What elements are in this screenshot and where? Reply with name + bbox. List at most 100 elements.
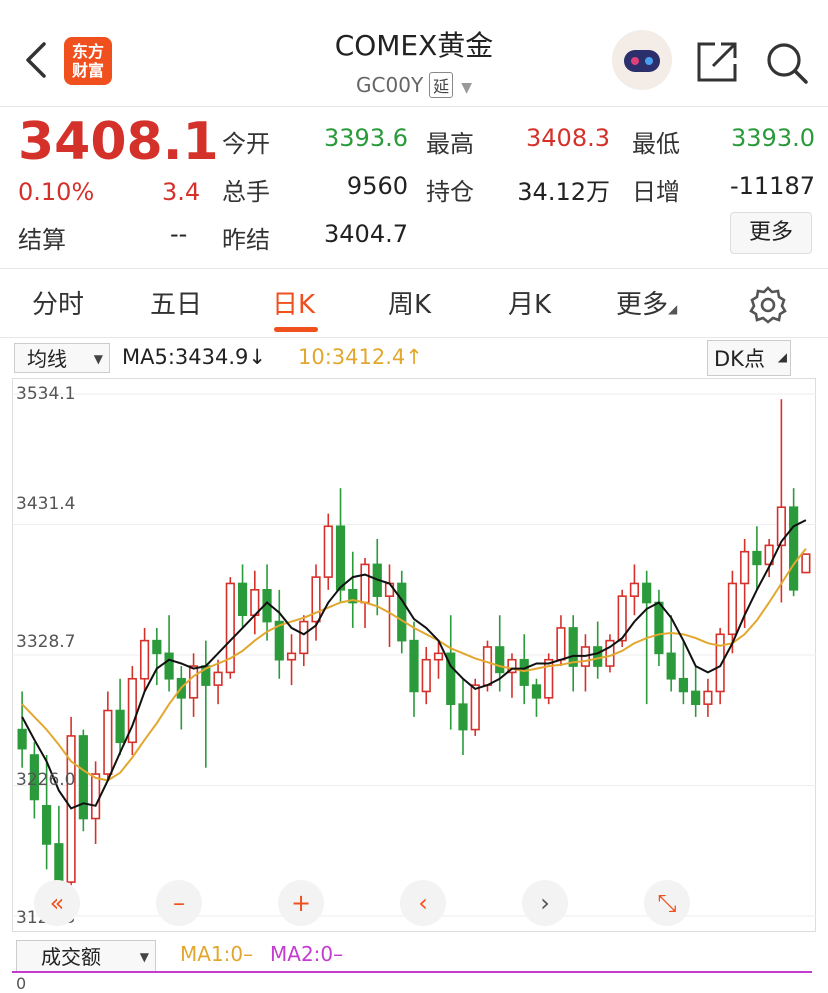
zoom-out-button[interactable]: – xyxy=(156,880,202,926)
search-icon[interactable] xyxy=(764,40,812,84)
candle-body xyxy=(801,553,811,574)
candle-body xyxy=(409,639,419,693)
fullscreen-button[interactable]: ⤡ xyxy=(644,880,690,926)
tab-weekly-k[interactable]: 周K xyxy=(388,284,431,321)
volume-indicator-select[interactable]: 成交额 ▼ xyxy=(16,940,156,972)
tab-more[interactable]: 更多◢ xyxy=(616,284,677,321)
open-label: 今开 xyxy=(222,130,270,158)
candle-body xyxy=(752,550,762,566)
candle-body xyxy=(593,646,603,667)
active-tab-indicator xyxy=(274,327,318,332)
candle-body xyxy=(568,627,578,667)
low-value: 3393.0 xyxy=(731,124,815,152)
volume-label: 总手 xyxy=(222,178,270,206)
scroll-to-start-button[interactable]: « xyxy=(34,880,80,926)
settle-value: -- xyxy=(170,220,188,248)
settings-icon[interactable] xyxy=(748,284,788,324)
candle-body xyxy=(299,620,309,655)
candle-body xyxy=(323,525,333,578)
quote-panel: 3408.1 0.10% 3.4 结算 -- 今开 3393.6 最高 3408… xyxy=(0,106,828,266)
y-tick-label: 3534.1 xyxy=(16,384,76,404)
ma-select[interactable]: 均线 ▼ xyxy=(14,343,110,373)
candle-body xyxy=(433,652,444,661)
arrow-down-icon: ↓ xyxy=(248,345,267,369)
candle-body xyxy=(152,639,162,655)
ma5-legend: MA5:3434.9↓ xyxy=(122,345,266,369)
share-icon[interactable] xyxy=(695,40,739,84)
last-price: 3408.1 xyxy=(18,112,219,172)
open-value: 3393.6 xyxy=(324,124,408,152)
y-tick-label: 3431.4 xyxy=(16,494,76,514)
candle-body xyxy=(42,805,52,845)
candle-body xyxy=(740,550,750,585)
corner-triangle-icon: ◢ xyxy=(668,302,678,316)
candle-body xyxy=(397,582,407,642)
volume-select-label: 成交额 xyxy=(41,945,101,969)
volume-value: 9560 xyxy=(346,172,408,200)
divider xyxy=(0,268,828,269)
corner-triangle-icon: ◢ xyxy=(777,350,787,364)
candle-body xyxy=(482,646,493,686)
candle-body xyxy=(789,506,799,591)
candle-body xyxy=(531,684,542,699)
tab-more-label: 更多 xyxy=(616,290,669,320)
open-interest-label: 持仓 xyxy=(426,178,474,206)
ma10-value: 10:3412.4 xyxy=(298,345,406,369)
candle-body xyxy=(54,843,64,883)
candle-body xyxy=(384,582,395,597)
prev-settle-label: 昨结 xyxy=(222,226,270,254)
divider xyxy=(0,337,828,338)
low-label: 最低 xyxy=(632,130,680,158)
kline-chart[interactable] xyxy=(12,378,816,932)
candle-body xyxy=(678,677,689,693)
scroll-right-button[interactable]: › xyxy=(522,880,568,926)
tab-intraday[interactable]: 分时 xyxy=(32,284,84,321)
zoom-in-button[interactable]: + xyxy=(278,880,324,926)
candle-body xyxy=(629,582,640,597)
daily-increase-value: -11187 xyxy=(729,172,815,200)
tab-monthly-k[interactable]: 月K xyxy=(508,284,551,321)
y-tick-label: 3328.7 xyxy=(16,632,76,652)
delay-badge: 延 xyxy=(429,72,454,98)
assistant-avatar[interactable] xyxy=(612,30,672,90)
volume-ma1: MA1:0– xyxy=(180,942,254,966)
more-button[interactable]: 更多 xyxy=(730,212,812,254)
candle-body xyxy=(642,582,652,604)
dk-select[interactable]: DK点 ◢ xyxy=(707,340,791,376)
candle-body xyxy=(458,703,468,731)
candle-body xyxy=(103,709,113,775)
candle-body xyxy=(495,646,505,674)
candle-body xyxy=(311,576,321,623)
ma10-legend: 10:3412.4↑ xyxy=(298,345,423,369)
top-bar: 东方 财富 COMEX黄金 GC00Y 延 ▼ xyxy=(0,0,828,106)
candle-body xyxy=(556,627,566,661)
candle-body xyxy=(91,773,101,820)
settle-label: 结算 xyxy=(18,226,66,254)
high-value: 3408.3 xyxy=(526,124,610,152)
daily-increase-label: 日增 xyxy=(632,178,680,206)
candle-body xyxy=(654,601,664,655)
candle-body xyxy=(213,671,223,686)
ma-select-label: 均线 xyxy=(27,347,67,371)
tab-daily-k[interactable]: 日K xyxy=(272,284,315,321)
candle-body xyxy=(727,582,737,636)
candle-body xyxy=(703,690,713,705)
candle-body xyxy=(286,652,297,661)
candle-body xyxy=(666,652,676,680)
candle-body xyxy=(421,658,431,693)
candle-body xyxy=(237,582,248,617)
scroll-left-button[interactable]: ‹ xyxy=(400,880,446,926)
volume-baseline xyxy=(12,971,812,973)
candle-body xyxy=(17,728,27,750)
candle-body xyxy=(691,690,701,705)
change-percent: 0.10% xyxy=(18,178,95,206)
volume-ma2: MA2:0– xyxy=(270,942,344,966)
dropdown-arrow-icon: ▼ xyxy=(139,950,149,964)
arrow-up-icon: ↑ xyxy=(405,345,423,369)
candle-body xyxy=(139,639,150,680)
candle-body xyxy=(360,563,370,604)
prev-settle-value: 3404.7 xyxy=(324,220,408,248)
volume-zero-label: 0 xyxy=(16,974,27,993)
change-value: 3.4 xyxy=(162,178,201,206)
tab-five-day[interactable]: 五日 xyxy=(150,284,202,321)
